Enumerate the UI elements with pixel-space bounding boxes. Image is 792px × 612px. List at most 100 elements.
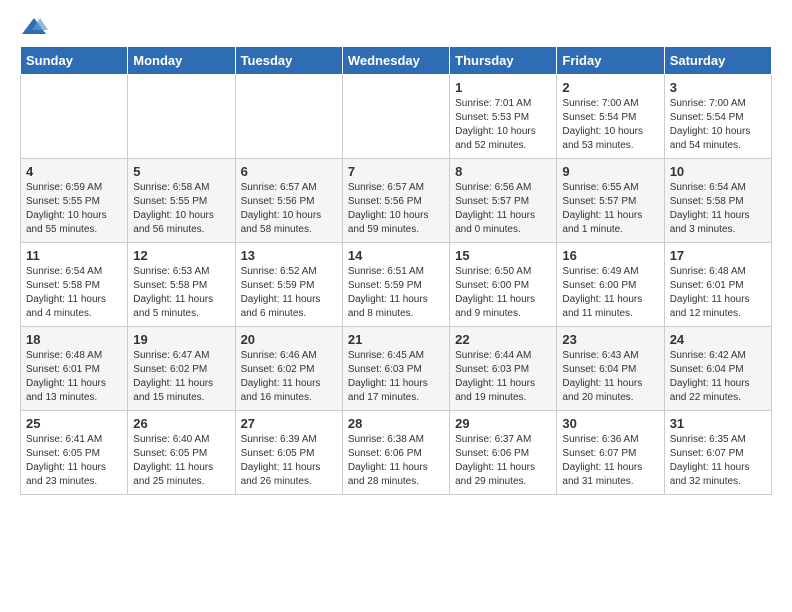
day-detail: Sunrise: 6:53 AM Sunset: 5:58 PM Dayligh…	[133, 265, 229, 321]
day-detail: Sunrise: 6:40 AM Sunset: 6:05 PM Dayligh…	[133, 433, 229, 489]
calendar-cell: 7 Sunrise: 6:57 AM Sunset: 5:56 PM Daylig…	[342, 159, 449, 243]
calendar-cell: 23Sunrise: 6:43 AM Sunset: 6:04 PM Dayli…	[557, 327, 664, 411]
day-number: 10	[670, 164, 766, 179]
calendar-cell: 15 Sunrise: 6:50 AM Sunset: 6:00 PM Dayli…	[450, 243, 557, 327]
day-detail: Sunrise: 6:48 AM Sunset: 6:01 PM Dayligh…	[670, 265, 766, 321]
day-detail: Sunrise: 7:00 AM Sunset: 5:54 PM Dayligh…	[670, 97, 766, 153]
day-detail: Sunrise: 6:57 AM Sunset: 5:56 PM Dayligh…	[241, 181, 337, 237]
day-number: 31	[670, 416, 766, 431]
calendar-week-3: 11 Sunrise: 6:54 AM Sunset: 5:58 PM Dayli…	[21, 243, 772, 327]
day-detail: Sunrise: 6:35 AM Sunset: 6:07 PM Dayligh…	[670, 433, 766, 489]
day-number: 21	[348, 332, 444, 347]
weekday-header-monday: Monday	[128, 47, 235, 75]
day-detail: Sunrise: 6:41 AM Sunset: 6:05 PM Dayligh…	[26, 433, 122, 489]
day-number: 27	[241, 416, 337, 431]
day-number: 30	[562, 416, 658, 431]
calendar-week-5: 25 Sunrise: 6:41 AM Sunset: 6:05 PM Dayli…	[21, 411, 772, 495]
calendar-cell: 29 Sunrise: 6:37 AM Sunset: 6:06 PM Dayli…	[450, 411, 557, 495]
calendar-cell: 9Sunrise: 6:55 AM Sunset: 5:57 PM Daylig…	[557, 159, 664, 243]
day-number: 19	[133, 332, 229, 347]
calendar-cell: 19 Sunrise: 6:47 AM Sunset: 6:02 PM Dayli…	[128, 327, 235, 411]
weekday-header-saturday: Saturday	[664, 47, 771, 75]
calendar-cell: 21 Sunrise: 6:45 AM Sunset: 6:03 PM Dayli…	[342, 327, 449, 411]
day-detail: Sunrise: 6:56 AM Sunset: 5:57 PM Dayligh…	[455, 181, 551, 237]
weekday-header-row: SundayMondayTuesdayWednesdayThursdayFrid…	[21, 47, 772, 75]
day-detail: Sunrise: 6:57 AM Sunset: 5:56 PM Dayligh…	[348, 181, 444, 237]
day-number: 17	[670, 248, 766, 263]
day-number: 7	[348, 164, 444, 179]
calendar-cell: 22Sunrise: 6:44 AM Sunset: 6:03 PM Dayli…	[450, 327, 557, 411]
calendar-cell: 28 Sunrise: 6:38 AM Sunset: 6:06 PM Dayli…	[342, 411, 449, 495]
day-detail: Sunrise: 6:59 AM Sunset: 5:55 PM Dayligh…	[26, 181, 122, 237]
day-number: 16	[562, 248, 658, 263]
calendar-cell: 20Sunrise: 6:46 AM Sunset: 6:02 PM Dayli…	[235, 327, 342, 411]
weekday-header-thursday: Thursday	[450, 47, 557, 75]
day-detail: Sunrise: 6:49 AM Sunset: 6:00 PM Dayligh…	[562, 265, 658, 321]
day-detail: Sunrise: 6:43 AM Sunset: 6:04 PM Dayligh…	[562, 349, 658, 405]
logo-icon	[20, 16, 48, 38]
calendar-cell	[128, 75, 235, 159]
calendar-cell: 14Sunrise: 6:51 AM Sunset: 5:59 PM Dayli…	[342, 243, 449, 327]
calendar-cell: 1 Sunrise: 7:01 AM Sunset: 5:53 PM Daylig…	[450, 75, 557, 159]
calendar-cell: 27 Sunrise: 6:39 AM Sunset: 6:05 PM Dayli…	[235, 411, 342, 495]
day-number: 18	[26, 332, 122, 347]
day-number: 2	[562, 80, 658, 95]
calendar-cell	[21, 75, 128, 159]
day-detail: Sunrise: 6:51 AM Sunset: 5:59 PM Dayligh…	[348, 265, 444, 321]
calendar-table: SundayMondayTuesdayWednesdayThursdayFrid…	[20, 46, 772, 495]
calendar-cell: 4Sunrise: 6:59 AM Sunset: 5:55 PM Daylig…	[21, 159, 128, 243]
calendar-cell: 12 Sunrise: 6:53 AM Sunset: 5:58 PM Dayli…	[128, 243, 235, 327]
logo	[20, 16, 52, 38]
day-number: 28	[348, 416, 444, 431]
day-number: 24	[670, 332, 766, 347]
day-detail: Sunrise: 6:42 AM Sunset: 6:04 PM Dayligh…	[670, 349, 766, 405]
day-number: 13	[241, 248, 337, 263]
day-number: 11	[26, 248, 122, 263]
calendar-week-1: 1 Sunrise: 7:01 AM Sunset: 5:53 PM Daylig…	[21, 75, 772, 159]
weekday-header-friday: Friday	[557, 47, 664, 75]
day-detail: Sunrise: 6:52 AM Sunset: 5:59 PM Dayligh…	[241, 265, 337, 321]
day-detail: Sunrise: 6:55 AM Sunset: 5:57 PM Dayligh…	[562, 181, 658, 237]
day-detail: Sunrise: 6:58 AM Sunset: 5:55 PM Dayligh…	[133, 181, 229, 237]
day-detail: Sunrise: 6:38 AM Sunset: 6:06 PM Dayligh…	[348, 433, 444, 489]
day-detail: Sunrise: 6:37 AM Sunset: 6:06 PM Dayligh…	[455, 433, 551, 489]
calendar-cell: 31 Sunrise: 6:35 AM Sunset: 6:07 PM Dayli…	[664, 411, 771, 495]
day-detail: Sunrise: 6:36 AM Sunset: 6:07 PM Dayligh…	[562, 433, 658, 489]
calendar-cell: 3 Sunrise: 7:00 AM Sunset: 5:54 PM Daylig…	[664, 75, 771, 159]
day-number: 1	[455, 80, 551, 95]
day-detail: Sunrise: 7:00 AM Sunset: 5:54 PM Dayligh…	[562, 97, 658, 153]
day-number: 12	[133, 248, 229, 263]
calendar-cell	[235, 75, 342, 159]
calendar-cell	[342, 75, 449, 159]
day-detail: Sunrise: 6:45 AM Sunset: 6:03 PM Dayligh…	[348, 349, 444, 405]
day-detail: Sunrise: 6:50 AM Sunset: 6:00 PM Dayligh…	[455, 265, 551, 321]
day-detail: Sunrise: 6:54 AM Sunset: 5:58 PM Dayligh…	[26, 265, 122, 321]
day-number: 3	[670, 80, 766, 95]
day-number: 15	[455, 248, 551, 263]
calendar-cell: 17 Sunrise: 6:48 AM Sunset: 6:01 PM Dayli…	[664, 243, 771, 327]
page-header	[20, 16, 772, 38]
day-detail: Sunrise: 6:44 AM Sunset: 6:03 PM Dayligh…	[455, 349, 551, 405]
day-number: 26	[133, 416, 229, 431]
calendar-cell: 18 Sunrise: 6:48 AM Sunset: 6:01 PM Dayli…	[21, 327, 128, 411]
day-number: 25	[26, 416, 122, 431]
weekday-header-sunday: Sunday	[21, 47, 128, 75]
calendar-cell: 25 Sunrise: 6:41 AM Sunset: 6:05 PM Dayli…	[21, 411, 128, 495]
day-detail: Sunrise: 6:47 AM Sunset: 6:02 PM Dayligh…	[133, 349, 229, 405]
day-number: 8	[455, 164, 551, 179]
day-number: 20	[241, 332, 337, 347]
calendar-cell: 16 Sunrise: 6:49 AM Sunset: 6:00 PM Dayli…	[557, 243, 664, 327]
day-detail: Sunrise: 6:48 AM Sunset: 6:01 PM Dayligh…	[26, 349, 122, 405]
calendar-cell: 24 Sunrise: 6:42 AM Sunset: 6:04 PM Dayli…	[664, 327, 771, 411]
day-detail: Sunrise: 6:54 AM Sunset: 5:58 PM Dayligh…	[670, 181, 766, 237]
calendar-cell: 13 Sunrise: 6:52 AM Sunset: 5:59 PM Dayli…	[235, 243, 342, 327]
calendar-cell: 11 Sunrise: 6:54 AM Sunset: 5:58 PM Dayli…	[21, 243, 128, 327]
day-number: 5	[133, 164, 229, 179]
weekday-header-wednesday: Wednesday	[342, 47, 449, 75]
day-detail: Sunrise: 7:01 AM Sunset: 5:53 PM Dayligh…	[455, 97, 551, 153]
calendar-cell: 10 Sunrise: 6:54 AM Sunset: 5:58 PM Dayli…	[664, 159, 771, 243]
day-detail: Sunrise: 6:39 AM Sunset: 6:05 PM Dayligh…	[241, 433, 337, 489]
day-number: 29	[455, 416, 551, 431]
weekday-header-tuesday: Tuesday	[235, 47, 342, 75]
calendar-cell: 5 Sunrise: 6:58 AM Sunset: 5:55 PM Daylig…	[128, 159, 235, 243]
